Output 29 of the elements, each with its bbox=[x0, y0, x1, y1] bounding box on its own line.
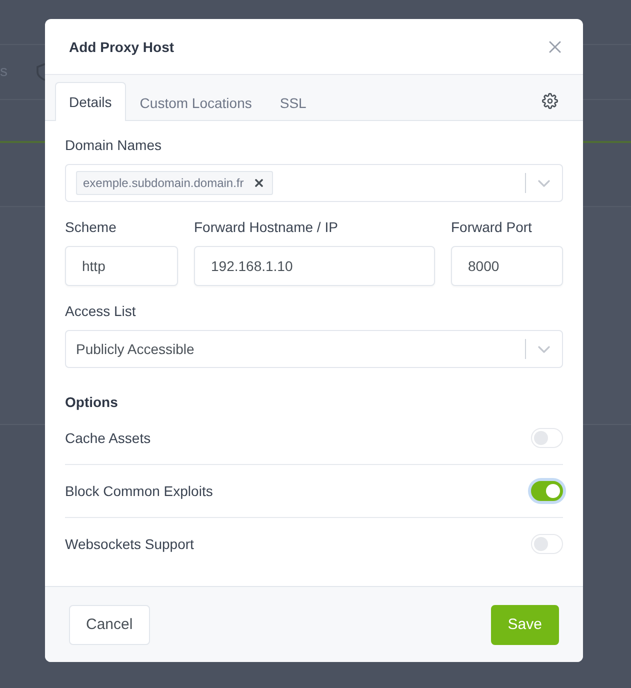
settings-icon[interactable] bbox=[542, 92, 558, 108]
port-field[interactable]: 8000 bbox=[451, 246, 563, 286]
field-label: Forward Port bbox=[451, 218, 533, 237]
domain-tag[interactable]: exemple.subdomain.domain.fr bbox=[76, 171, 273, 195]
domain-select[interactable]: exemple.subdomain.domain.fr bbox=[65, 164, 563, 202]
toggle-switch[interactable] bbox=[531, 534, 563, 554]
field-label: Access List bbox=[65, 302, 137, 321]
field-label: Forward Hostname / IP bbox=[194, 218, 339, 237]
option-label: Cache Assets bbox=[65, 430, 151, 446]
shield-icon bbox=[36, 63, 44, 81]
tab[interactable]: Custom Locations bbox=[126, 83, 266, 121]
hostname-field[interactable]: 192.168.1.10 bbox=[194, 246, 435, 286]
field-label: Scheme bbox=[65, 218, 118, 237]
remove-icon[interactable] bbox=[254, 179, 263, 187]
dialog-title: Add Proxy Host bbox=[69, 38, 174, 54]
tab[interactable]: Details bbox=[55, 82, 126, 121]
scheme-field[interactable]: http bbox=[65, 246, 178, 286]
toggle-switch[interactable] bbox=[528, 478, 566, 504]
chevron-down-icon[interactable] bbox=[538, 346, 550, 352]
field-label: Domain Names bbox=[65, 136, 162, 155]
chevron-down-icon[interactable] bbox=[538, 180, 550, 186]
tab[interactable]: SSL bbox=[266, 83, 320, 121]
cancel-button[interactable]: Cancel bbox=[69, 604, 150, 644]
close-icon[interactable] bbox=[549, 40, 561, 52]
option-label: Websockets Support bbox=[65, 536, 194, 552]
option-label: Block Common Exploits bbox=[65, 483, 213, 499]
toggle-switch[interactable] bbox=[531, 428, 563, 448]
access-list-select[interactable]: Publicly Accessible bbox=[65, 330, 563, 368]
options-heading: Options bbox=[65, 393, 119, 412]
